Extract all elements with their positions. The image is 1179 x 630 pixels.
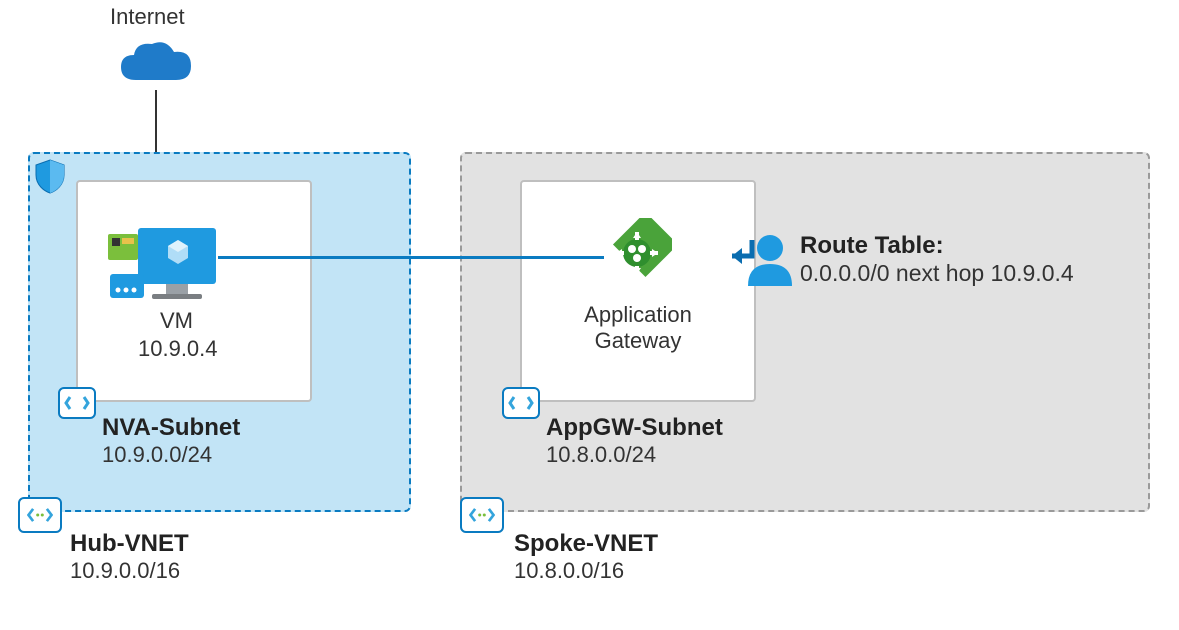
line-vm-appgw	[218, 256, 604, 259]
vm-ip: 10.9.0.4	[138, 336, 218, 361]
appgw-subnet-cidr: 10.8.0.0/24	[546, 442, 723, 468]
nva-subnet-name: NVA-Subnet	[102, 414, 240, 442]
hub-vnet-cidr: 10.9.0.0/16	[70, 558, 189, 584]
spoke-vnet-cidr: 10.8.0.0/16	[514, 558, 658, 584]
subnet-badge-icon	[502, 387, 540, 419]
spoke-vnet-name: Spoke-VNET	[514, 530, 658, 558]
appgw-label-1: Application	[576, 302, 700, 328]
hub-vnet-name: Hub-VNET	[70, 530, 189, 558]
vm-label: VM	[160, 308, 193, 333]
vnet-badge-icon	[18, 497, 62, 533]
user-icon	[744, 232, 796, 293]
vm-icon	[108, 218, 218, 313]
vnet-badge-icon	[460, 497, 504, 533]
application-gateway-icon	[602, 218, 672, 293]
nva-subnet-cidr: 10.9.0.0/24	[102, 442, 240, 468]
internet-label: Internet	[110, 4, 185, 29]
shield-icon	[34, 158, 66, 199]
appgw-subnet-name: AppGW-Subnet	[546, 414, 723, 442]
route-table-entry: 0.0.0.0/0 next hop 10.9.0.4	[800, 260, 1074, 287]
cloud-icon	[116, 40, 196, 95]
appgw-label-2: Gateway	[576, 328, 700, 354]
subnet-badge-icon	[58, 387, 96, 419]
route-table-title: Route Table:	[800, 232, 1074, 260]
